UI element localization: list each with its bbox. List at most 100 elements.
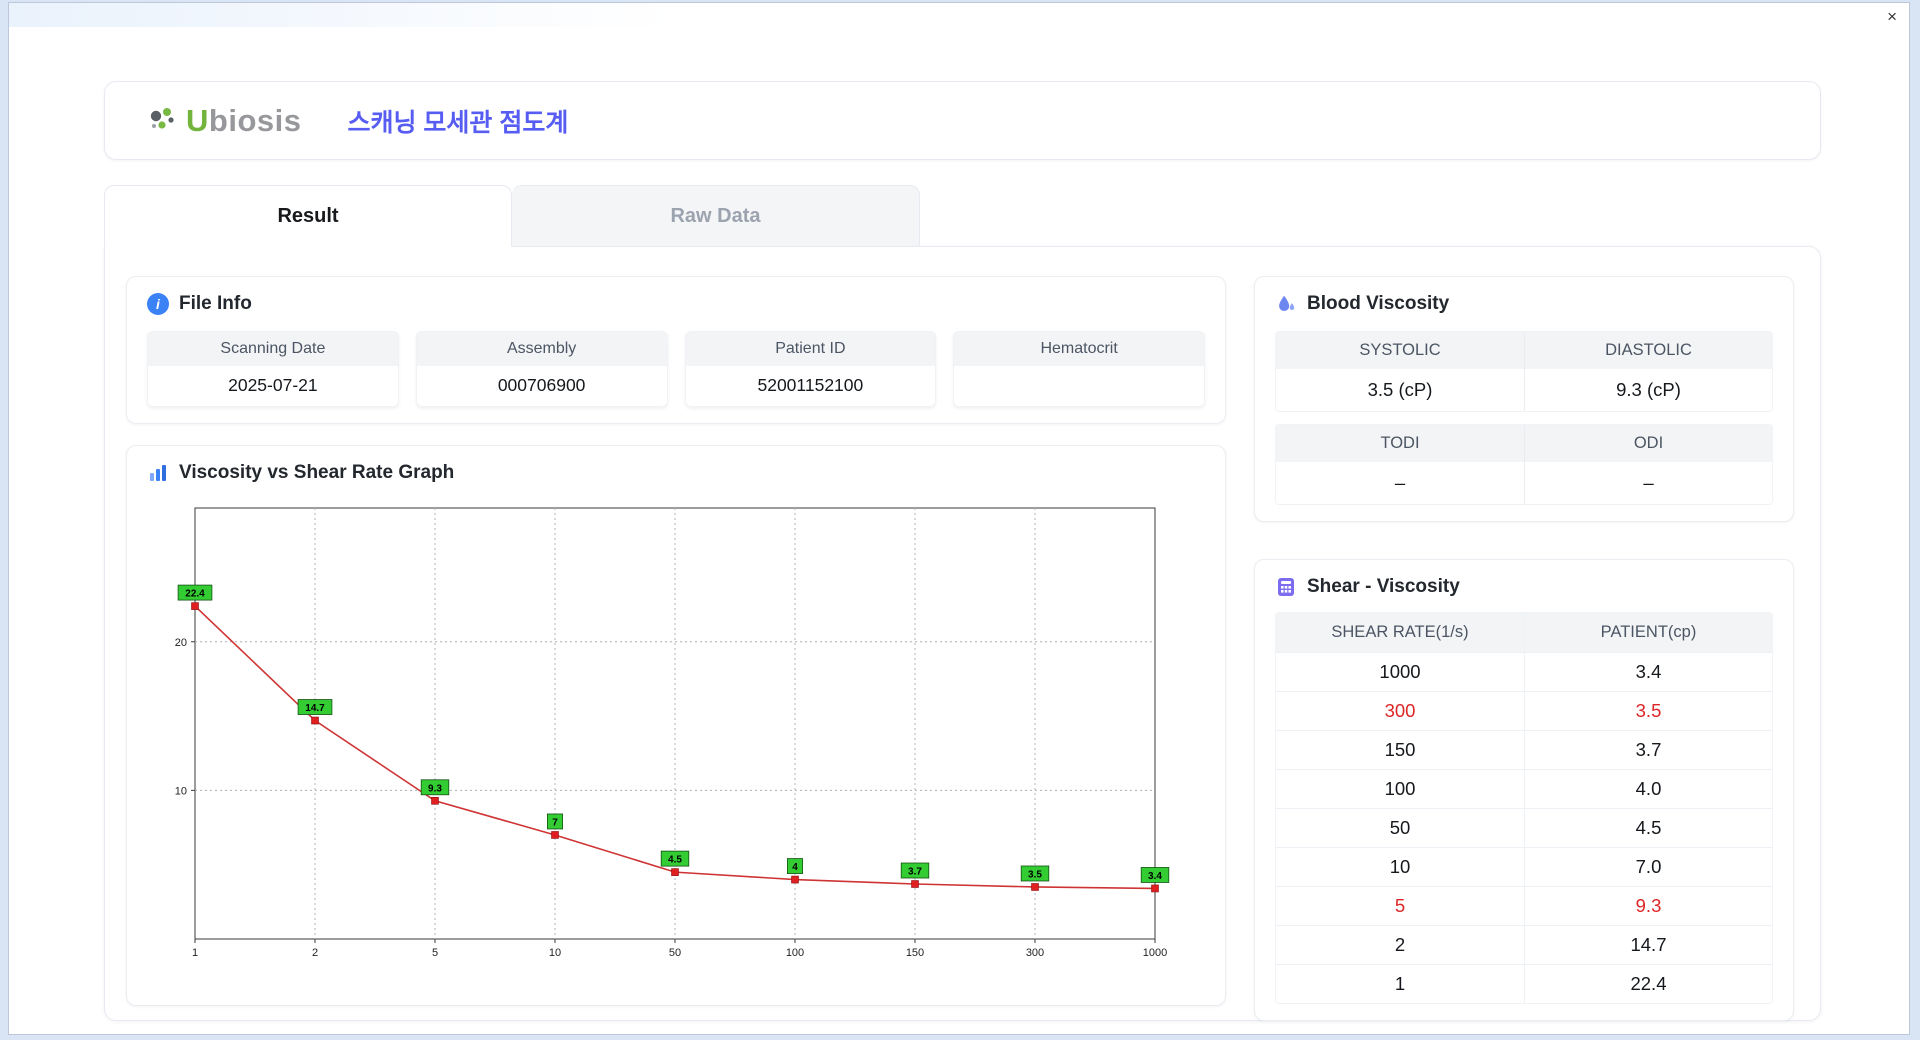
file-info-field: Scanning Date 2025-07-21 xyxy=(147,331,399,407)
y-tick-label: 20 xyxy=(175,637,187,649)
main-panel: i File Info Scanning Date 2025-07-21 Assem… xyxy=(104,246,1821,1021)
shear-viscosity-title: Shear - Viscosity xyxy=(1275,576,1773,598)
blood-viscosity-cell: SYSTOLIC 3.5 (cP) xyxy=(1276,332,1524,411)
logo-letter-u: U xyxy=(186,102,209,138)
table-row: 10 7.0 xyxy=(1276,848,1772,887)
patient-cell: 4.0 xyxy=(1524,770,1772,808)
shear-rate-cell: 50 xyxy=(1389,817,1411,838)
blood-viscosity-cell: ODI – xyxy=(1524,425,1772,504)
tab-bar: Result Raw Data xyxy=(104,185,1821,247)
blood-viscosity-title-text: Blood Viscosity xyxy=(1307,293,1450,314)
metric-label: DIASTOLIC xyxy=(1525,332,1772,369)
close-button[interactable]: × xyxy=(1881,5,1903,28)
blood-viscosity-title: Blood Viscosity xyxy=(1275,293,1773,315)
logo-text: Ubiosis xyxy=(186,103,301,139)
patient-cell: 3.7 xyxy=(1524,731,1772,769)
graph-title: Viscosity vs Shear Rate Graph xyxy=(147,462,1205,484)
field-value: 2025-07-21 xyxy=(228,375,318,395)
data-point-marker xyxy=(671,868,679,876)
metric-label: TODI xyxy=(1276,425,1524,462)
x-tick-label: 150 xyxy=(906,947,924,959)
file-info-fields: Scanning Date 2025-07-21 Assembly 000706900… xyxy=(147,331,1205,407)
column-header: SHEAR RATE(1/s) xyxy=(1276,613,1524,652)
ubiosis-logo: Ubiosis xyxy=(147,103,301,139)
x-tick-label: 50 xyxy=(669,947,681,959)
droplet-icon xyxy=(1279,295,1295,312)
patient-cell: 9.3 xyxy=(1524,887,1772,925)
tab-result[interactable]: Result xyxy=(104,185,512,247)
left-column: i File Info Scanning Date 2025-07-21 Assem… xyxy=(126,276,1226,1006)
calculator-icon xyxy=(1278,578,1294,596)
point-label: 14.7 xyxy=(305,703,325,714)
data-point-marker xyxy=(1031,883,1039,891)
blood-viscosity-cell: TODI – xyxy=(1276,425,1524,504)
blood-viscosity-card: Blood Viscosity SYSTOLIC 3.5 (cP) DIASTOLI… xyxy=(1254,276,1794,522)
shear-rate-cell: 5 xyxy=(1394,895,1406,916)
shear-rate-cell: 1 xyxy=(1394,973,1406,994)
data-point-marker xyxy=(551,831,559,839)
blood-viscosity-grid: SYSTOLIC 3.5 (cP) DIASTOLIC 9.3 (cP) TODI – OD… xyxy=(1275,331,1773,505)
table-row: 300 3.5 xyxy=(1276,692,1772,731)
field-label: Assembly xyxy=(416,332,667,366)
file-info-title: i File Info xyxy=(147,293,1205,315)
point-label: 4 xyxy=(792,862,798,873)
table-row: 1 22.4 xyxy=(1276,965,1772,1003)
tab-raw-data[interactable]: Raw Data xyxy=(512,185,920,247)
metric-label: SYSTOLIC xyxy=(1276,332,1524,369)
x-tick-label: 5 xyxy=(432,947,438,959)
point-label: 4.5 xyxy=(668,855,682,866)
metric-value: 9.3 (cP) xyxy=(1616,379,1681,400)
table-row: 150 3.7 xyxy=(1276,731,1772,770)
point-label: 3.7 xyxy=(908,867,922,878)
table-row: 1000 3.4 xyxy=(1276,653,1772,692)
table-row: 100 4.0 xyxy=(1276,770,1772,809)
patient-cell: 7.0 xyxy=(1524,848,1772,886)
logo-rest: biosis xyxy=(208,102,302,138)
patient-cell: 22.4 xyxy=(1524,965,1772,1003)
data-point-marker xyxy=(311,716,319,725)
shear-viscosity-table: SHEAR RATE(1/s) PATIENT(cp) 1000 3.4 300 3.5 1… xyxy=(1275,612,1773,1004)
data-point-marker xyxy=(1151,884,1159,893)
info-icon: i xyxy=(147,293,169,315)
x-tick-label: 300 xyxy=(1026,947,1044,959)
shear-rate-cell: 1000 xyxy=(1379,661,1421,682)
file-info-title-text: File Info xyxy=(179,293,252,314)
data-point-marker xyxy=(431,796,439,805)
graph-title-text: Viscosity vs Shear Rate Graph xyxy=(179,462,455,483)
file-info-field: Assembly 000706900 xyxy=(415,331,668,407)
shear-rate-cell: 100 xyxy=(1384,778,1416,799)
data-point-marker xyxy=(191,602,199,610)
file-info-card: i File Info Scanning Date 2025-07-21 Assem… xyxy=(126,276,1226,424)
point-label: 3.4 xyxy=(1148,871,1162,882)
shear-rate-cell: 2 xyxy=(1394,934,1406,955)
column-header: PATIENT(cp) xyxy=(1524,613,1772,652)
field-label: Scanning Date xyxy=(148,332,398,366)
table-row: 5 9.3 xyxy=(1276,887,1772,926)
blood-viscosity-cell: DIASTOLIC 9.3 (cP) xyxy=(1524,332,1772,411)
point-label: 3.5 xyxy=(1028,869,1042,880)
patient-cell: 14.7 xyxy=(1524,926,1772,964)
field-value: 000706900 xyxy=(497,375,586,395)
viscosity-chart: 1 2 5 10 50 100 150 300 1000 10 20 22.4 14.7 9.3 7 4.5 4… xyxy=(175,507,1170,959)
table-row: 2 14.7 xyxy=(1276,926,1772,965)
y-tick-label: 10 xyxy=(175,785,187,797)
field-label: Patient ID xyxy=(685,332,936,366)
x-tick-label: 10 xyxy=(549,947,561,959)
file-info-field: Patient ID 52001152100 xyxy=(684,331,937,407)
metric-value: – xyxy=(1643,472,1654,493)
x-tick-label: 2 xyxy=(312,947,318,959)
field-label: Hematocrit xyxy=(954,332,1204,366)
field-value xyxy=(954,366,1204,406)
header-card: Ubiosis 스캐닝 모세관 점도계 xyxy=(104,81,1821,160)
shear-rate-cell: 300 xyxy=(1384,700,1416,721)
metric-value: 3.5 (cP) xyxy=(1367,379,1433,400)
logo-dots-icon xyxy=(150,107,174,129)
point-label: 9.3 xyxy=(428,783,442,794)
metric-label: ODI xyxy=(1525,425,1772,462)
patient-cell: 4.5 xyxy=(1524,809,1772,847)
x-tick-label: 1 xyxy=(192,947,198,959)
patient-cell: 3.4 xyxy=(1524,653,1772,691)
point-label: 22.4 xyxy=(185,589,205,600)
file-info-field: Hematocrit xyxy=(953,331,1205,407)
table-row: 50 4.5 xyxy=(1276,809,1772,848)
